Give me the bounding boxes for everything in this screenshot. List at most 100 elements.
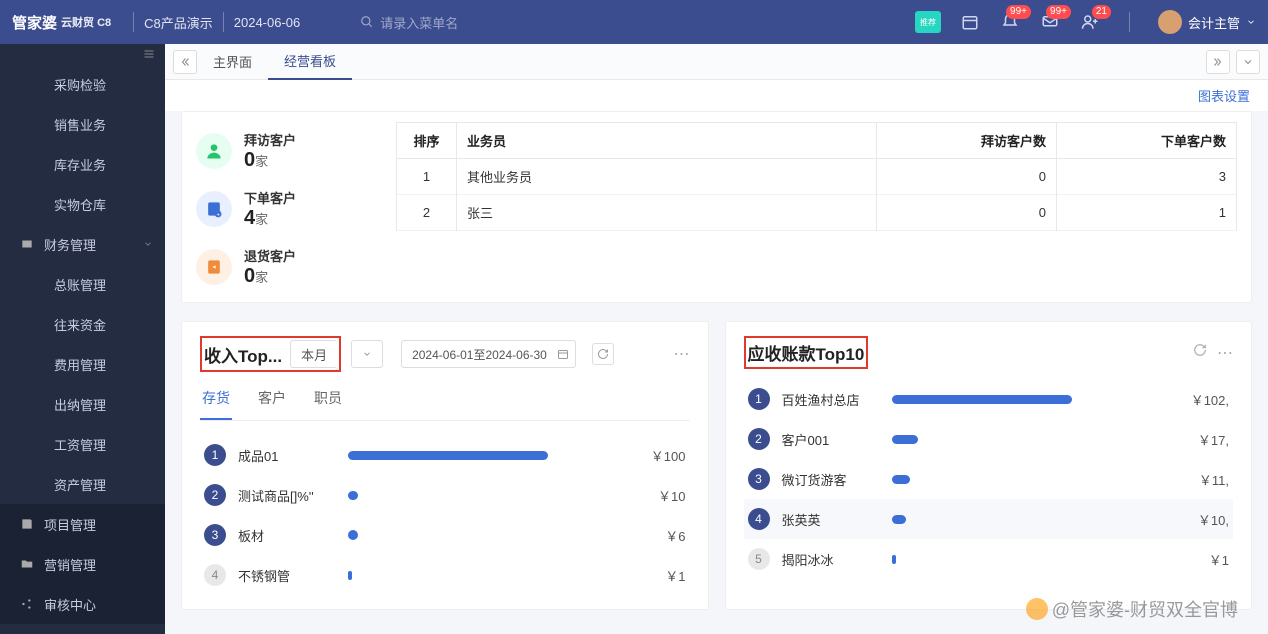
rank-value: ￥11, bbox=[1189, 470, 1229, 489]
content: 拜访客户 0家 + 下单客户 4家 退货客户 0家 bbox=[165, 111, 1268, 634]
stat-order: + 下单客户 4家 bbox=[196, 180, 376, 238]
stat-value: 0 bbox=[244, 265, 255, 287]
cell: 1 bbox=[1057, 195, 1237, 231]
period-select[interactable]: 本月 bbox=[290, 340, 337, 368]
rank-value: ￥102, bbox=[1181, 390, 1229, 409]
sidebar-item-assets[interactable]: 资产管理 bbox=[0, 464, 165, 504]
refresh-icon[interactable] bbox=[1193, 343, 1207, 363]
th-visit-count: 拜访客户数 bbox=[877, 123, 1057, 159]
message-icon[interactable]: 99+ bbox=[1039, 11, 1061, 33]
sidebar-item-audit[interactable]: 审核中心 bbox=[0, 584, 165, 624]
sidebar-item-marketing[interactable]: 营销管理 bbox=[0, 544, 165, 584]
sidebar-item-label: 项目管理 bbox=[44, 515, 96, 534]
divider bbox=[223, 12, 224, 32]
badge: 21 bbox=[1092, 5, 1111, 19]
sidebar-item-sales[interactable]: 销售业务 bbox=[0, 104, 165, 144]
sidebar-collapse[interactable] bbox=[0, 44, 165, 64]
cell: 2 bbox=[397, 195, 457, 231]
refresh-button[interactable] bbox=[592, 343, 614, 365]
search-input[interactable]: 请录入菜单名 bbox=[360, 13, 458, 32]
rank-row[interactable]: 5揭阳冰冰￥1 bbox=[744, 539, 1234, 579]
wallet-icon bbox=[20, 237, 34, 251]
sidebar-item-project[interactable]: 项目管理 bbox=[0, 504, 165, 544]
promo-icon[interactable]: 推荐 bbox=[915, 11, 941, 33]
rank-num: 1 bbox=[204, 444, 226, 466]
rank-row[interactable]: 1 成品01 ￥100 bbox=[200, 435, 690, 475]
rank-bar bbox=[348, 530, 655, 540]
th-salesperson: 业务员 bbox=[457, 123, 877, 159]
cell: 1 bbox=[397, 159, 457, 195]
sidebar-item-warehouse[interactable]: 实物仓库 bbox=[0, 184, 165, 224]
rank-name: 成品01 bbox=[238, 446, 348, 465]
rank-name: 张英英 bbox=[782, 510, 892, 529]
sidebar-parent-finance[interactable]: 财务管理 bbox=[0, 224, 165, 264]
cell: 0 bbox=[877, 159, 1057, 195]
rank-row[interactable]: 4不锈钢管￥1 bbox=[200, 555, 690, 595]
more-icon[interactable]: ⋯ bbox=[1217, 343, 1233, 363]
table-row[interactable]: 1 其他业务员 0 3 bbox=[397, 159, 1237, 195]
period-label: 本月 bbox=[291, 341, 337, 367]
sub-tab-employee[interactable]: 职员 bbox=[312, 382, 344, 420]
rank-value: ￥17, bbox=[1188, 430, 1229, 449]
user-add-icon[interactable]: 21 bbox=[1079, 11, 1101, 33]
sidebar-item-funds[interactable]: 往来资金 bbox=[0, 304, 165, 344]
rank-row[interactable]: 4 张英英 ￥10, bbox=[744, 499, 1234, 539]
highlight-box: 应收账款Top10 bbox=[744, 336, 869, 369]
sidebar-item-salary[interactable]: 工资管理 bbox=[0, 424, 165, 464]
rank-bar bbox=[892, 515, 1188, 524]
rank-num: 4 bbox=[204, 564, 226, 586]
rank-row[interactable]: 2测试商品[]%''￥10 bbox=[200, 475, 690, 515]
notification-icon[interactable]: 99+ bbox=[999, 11, 1021, 33]
header-date: 2024-06-06 bbox=[234, 15, 301, 30]
tabs-scroll-right[interactable] bbox=[1206, 50, 1230, 74]
rank-name: 测试商品[]%'' bbox=[238, 486, 348, 505]
sidebar-item-cashier[interactable]: 出纳管理 bbox=[0, 384, 165, 424]
rank-value: ￥1 bbox=[655, 566, 685, 585]
sidebar-item-inventory[interactable]: 库存业务 bbox=[0, 144, 165, 184]
sub-tab-customer[interactable]: 客户 bbox=[256, 382, 288, 420]
sub-tab-inventory[interactable]: 存货 bbox=[200, 382, 232, 420]
rank-bar bbox=[348, 571, 655, 580]
rank-num: 4 bbox=[748, 508, 770, 530]
cell: 其他业务员 bbox=[457, 159, 877, 195]
order-icon: + bbox=[196, 191, 232, 227]
panel-title: 应收账款Top10 bbox=[748, 345, 865, 364]
main: 主界面 经营看板 图表设置 拜访客户 0家 + bbox=[165, 44, 1268, 634]
lower-row: 收入Top... 本月 2024-06-01至2024-06-30 ⋯ bbox=[181, 321, 1252, 610]
sidebar-item-purchase-check[interactable]: 采购检验 bbox=[0, 64, 165, 104]
calendar-icon[interactable] bbox=[959, 11, 981, 33]
tab-dashboard[interactable]: 经营看板 bbox=[268, 44, 352, 80]
calendar-icon bbox=[557, 348, 569, 360]
period-dropdown[interactable] bbox=[351, 340, 383, 368]
rank-bar bbox=[892, 395, 1181, 404]
income-rank-list: 1 成品01 ￥100 2测试商品[]%''￥103板材￥64不锈钢管￥1 bbox=[200, 435, 690, 595]
th-order-count: 下单客户数 bbox=[1057, 123, 1237, 159]
product-name: C8产品演示 bbox=[144, 13, 213, 32]
rank-row[interactable]: 3微订货游客￥11, bbox=[744, 459, 1234, 499]
date-range-picker[interactable]: 2024-06-01至2024-06-30 bbox=[401, 340, 576, 368]
tab-main[interactable]: 主界面 bbox=[197, 44, 268, 80]
stats-column: 拜访客户 0家 + 下单客户 4家 退货客户 0家 bbox=[196, 122, 376, 296]
sidebar-item-expense[interactable]: 费用管理 bbox=[0, 344, 165, 384]
top-header: 管家婆 云财贸 C8 C8产品演示 2024-06-06 请录入菜单名 推荐 9… bbox=[0, 0, 1268, 44]
svg-text:+: + bbox=[216, 213, 220, 219]
save-icon bbox=[20, 517, 34, 531]
table-row[interactable]: 2 张三 0 1 bbox=[397, 195, 1237, 231]
rank-row[interactable]: 2客户001￥17, bbox=[744, 419, 1234, 459]
cell: 3 bbox=[1057, 159, 1237, 195]
tabs-scroll-left[interactable] bbox=[173, 50, 197, 74]
search-placeholder: 请录入菜单名 bbox=[380, 13, 458, 32]
user-icon bbox=[196, 133, 232, 169]
sub-tabs: 存货 客户 职员 bbox=[200, 382, 690, 421]
receivable-rank-list: 1百姓渔村总店￥102,2客户001￥17,3微订货游客￥11, 4 张英英 ￥10,… bbox=[744, 379, 1234, 579]
user-menu[interactable]: 会计主管 bbox=[1158, 10, 1256, 34]
rank-row[interactable]: 1百姓渔村总店￥102, bbox=[744, 379, 1234, 419]
chart-setting-link[interactable]: 图表设置 bbox=[1198, 89, 1250, 104]
rank-value: ￥100 bbox=[641, 446, 686, 465]
sidebar-item-ledger[interactable]: 总账管理 bbox=[0, 264, 165, 304]
more-icon[interactable]: ⋯ bbox=[674, 344, 690, 364]
rank-row[interactable]: 3板材￥6 bbox=[200, 515, 690, 555]
stat-unit: 家 bbox=[255, 270, 268, 285]
rank-value: ￥10, bbox=[1188, 510, 1229, 529]
tabs-menu[interactable] bbox=[1236, 50, 1260, 74]
